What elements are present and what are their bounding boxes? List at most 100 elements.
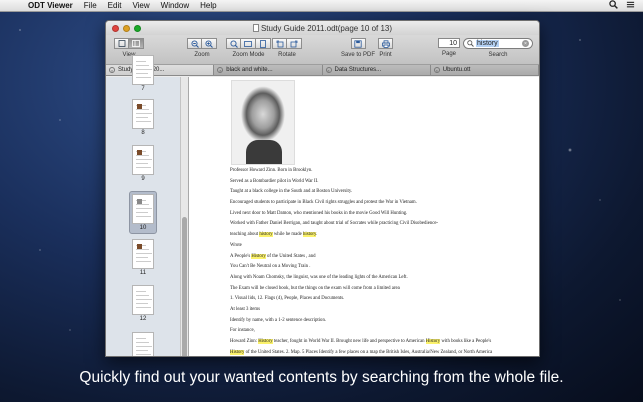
content-area: 7 8 9 10 11 12 13 Professor Howard Zinn. Born …	[106, 55, 539, 356]
thumbnail-page-number: 7	[141, 86, 145, 92]
sidebar-scroll-thumb[interactable]	[182, 217, 187, 356]
close-tab-icon[interactable]: ×	[109, 67, 115, 73]
thumbnail-preview	[132, 332, 154, 356]
page-thumbnail[interactable]: 7	[129, 55, 157, 92]
document-page: Professor Howard Zinn. Born in Brooklyn.…	[189, 77, 539, 356]
thumbnail-preview	[132, 99, 154, 129]
zoom-fit-page-button[interactable]	[256, 38, 271, 49]
sidebar-scrollbar[interactable]	[180, 77, 188, 356]
view-sidebar-button[interactable]	[129, 38, 144, 49]
tab-data-structures[interactable]: × Data Structures...	[322, 65, 431, 75]
text-line: Wrote	[230, 241, 529, 252]
zoom-actual-size-button[interactable]	[226, 38, 241, 49]
text-segment: while he made	[272, 232, 304, 238]
spotlight-search-icon[interactable]	[609, 0, 618, 11]
page-thumbnail[interactable]: 12	[129, 285, 157, 322]
rotate-left-button[interactable]	[272, 38, 287, 49]
print-group: Print	[378, 38, 393, 58]
text-segment: At least 3 items	[230, 306, 260, 312]
text-segment: Taught at a black college in the South a…	[230, 189, 353, 195]
thumbnail-page-number: 12	[139, 316, 147, 322]
search-group: history × Search	[463, 38, 533, 58]
thumbnail-preview	[132, 194, 154, 224]
zoom-in-button[interactable]	[202, 38, 217, 49]
text-line: Professor Howard Zinn. Born in Brooklyn.	[230, 166, 529, 177]
print-button[interactable]	[378, 38, 393, 49]
text-segment: Howard Zinn:	[230, 339, 259, 344]
text-line: Identify by name, with a 1-2 sentence de…	[230, 316, 529, 327]
promo-caption: Quickly find out your wanted contents by…	[79, 369, 564, 386]
search-highlight: History	[425, 339, 441, 344]
save-pdf-group: Save to PDF	[341, 38, 375, 58]
close-tab-icon[interactable]: ×	[325, 67, 332, 73]
save-to-pdf-button[interactable]	[350, 38, 366, 49]
text-line: For instance,	[230, 326, 529, 337]
menu-help[interactable]: Help	[200, 1, 216, 10]
text-segment: You Can't Be Neutral on a Moving Train .	[230, 264, 311, 270]
text-segment: Professor Howard Zinn. Born in Brooklyn.	[230, 168, 313, 173]
close-tab-icon[interactable]: ×	[433, 67, 440, 73]
search-highlight: History	[258, 339, 273, 344]
document-icon	[252, 23, 259, 32]
text-segment: 1. Visual lids, 12. Flags (4), People, P…	[230, 296, 345, 302]
window-title: Study Guide 2011.odt(page 10 of 13)	[106, 23, 539, 33]
toolbar: View Zoom Zoom Mode Rotate Save to PDF P…	[106, 35, 539, 65]
view-single-button[interactable]	[114, 38, 129, 49]
close-tab-icon[interactable]: ×	[217, 67, 224, 73]
app-menu[interactable]: ODT Viewer	[28, 1, 73, 10]
page-thumbnail[interactable]: 9	[129, 145, 157, 182]
search-highlight: History	[230, 349, 245, 355]
page-thumbnail[interactable]: 8	[129, 99, 157, 136]
search-icon	[467, 40, 474, 47]
zoom-fit-width-button[interactable]	[241, 38, 256, 49]
text-line: The Exam will be closed book, but the th…	[230, 284, 529, 295]
page-number-input[interactable]: 10	[438, 38, 460, 48]
text-segment: Wrote	[230, 242, 242, 248]
text-segment: Served as a Bombardier pilot in World Wa…	[230, 178, 319, 184]
text-segment: with books like a People's	[440, 339, 492, 344]
text-line: Taught at a black college in the South a…	[230, 187, 529, 198]
menu-view[interactable]: View	[132, 1, 149, 10]
text-line: Lived next door to Matt Damon, who menti…	[230, 209, 529, 220]
thumbnail-preview	[132, 285, 154, 315]
menu-edit[interactable]: Edit	[108, 1, 122, 10]
tab-black-and-white[interactable]: × black and white...	[214, 65, 323, 75]
text-line: A People's History of the United States …	[230, 252, 529, 263]
text-line: teaching about history while he made his…	[230, 230, 529, 241]
text-segment: For instance,	[230, 328, 255, 334]
page-label: Page	[441, 51, 456, 57]
menu-window[interactable]: Window	[161, 1, 189, 10]
text-line: Worked with Father Daniel Berrigan, and …	[230, 219, 529, 230]
search-label: Search	[488, 52, 508, 58]
portrait-photo	[231, 80, 295, 165]
text-segment: of the United States. 2. Map. 5 Places I…	[244, 349, 493, 355]
thumbnail-page-number: 10	[139, 225, 147, 231]
text-line: History of the United States. 2. Map. 5 …	[230, 348, 529, 356]
page-group: 10 Page	[438, 38, 460, 57]
text-segment: Identify by name, with a 1-2 sentence de…	[230, 317, 327, 323]
page-thumbnail[interactable]: 11	[129, 239, 157, 276]
rotate-label: Rotate	[278, 52, 296, 58]
search-query: history	[476, 40, 499, 47]
rotate-right-button[interactable]	[287, 38, 302, 49]
text-segment: Lived next door to Matt Damon, who menti…	[230, 210, 408, 216]
menu-file[interactable]: File	[84, 1, 97, 10]
zoom-mode-label: Zoom Mode	[232, 52, 265, 58]
thumbnail-page-number: 9	[141, 176, 145, 182]
zoom-out-button[interactable]	[187, 38, 202, 49]
text-line: Howard Zinn: History teacher, fought in …	[230, 337, 529, 348]
title-bar[interactable]: Study Guide 2011.odt(page 10 of 13)	[106, 21, 539, 35]
page-thumbnail[interactable]: 10	[129, 191, 157, 234]
clear-search-icon[interactable]: ×	[522, 40, 529, 47]
menu-bar: ODT Viewer File Edit View Window Help	[0, 0, 643, 12]
thumbnail-sidebar: 7 8 9 10 11 12 13	[106, 55, 189, 356]
document-text: Professor Howard Zinn. Born in Brooklyn.…	[230, 166, 529, 356]
text-segment: teacher, fought in World War II. Brought…	[272, 339, 426, 344]
text-segment: Worked with Father Daniel Berrigan, and …	[230, 221, 439, 227]
odt-viewer-window: Study Guide 2011.odt(page 10 of 13) View…	[105, 20, 540, 357]
tab-ubuntu[interactable]: × Ubuntu.ott	[430, 65, 539, 75]
tab-study-guide[interactable]: ×Study Guide 20...	[106, 65, 215, 75]
page-thumbnail[interactable]: 13	[129, 332, 157, 356]
notification-list-icon[interactable]	[626, 0, 635, 11]
search-input[interactable]: history ×	[463, 38, 533, 49]
